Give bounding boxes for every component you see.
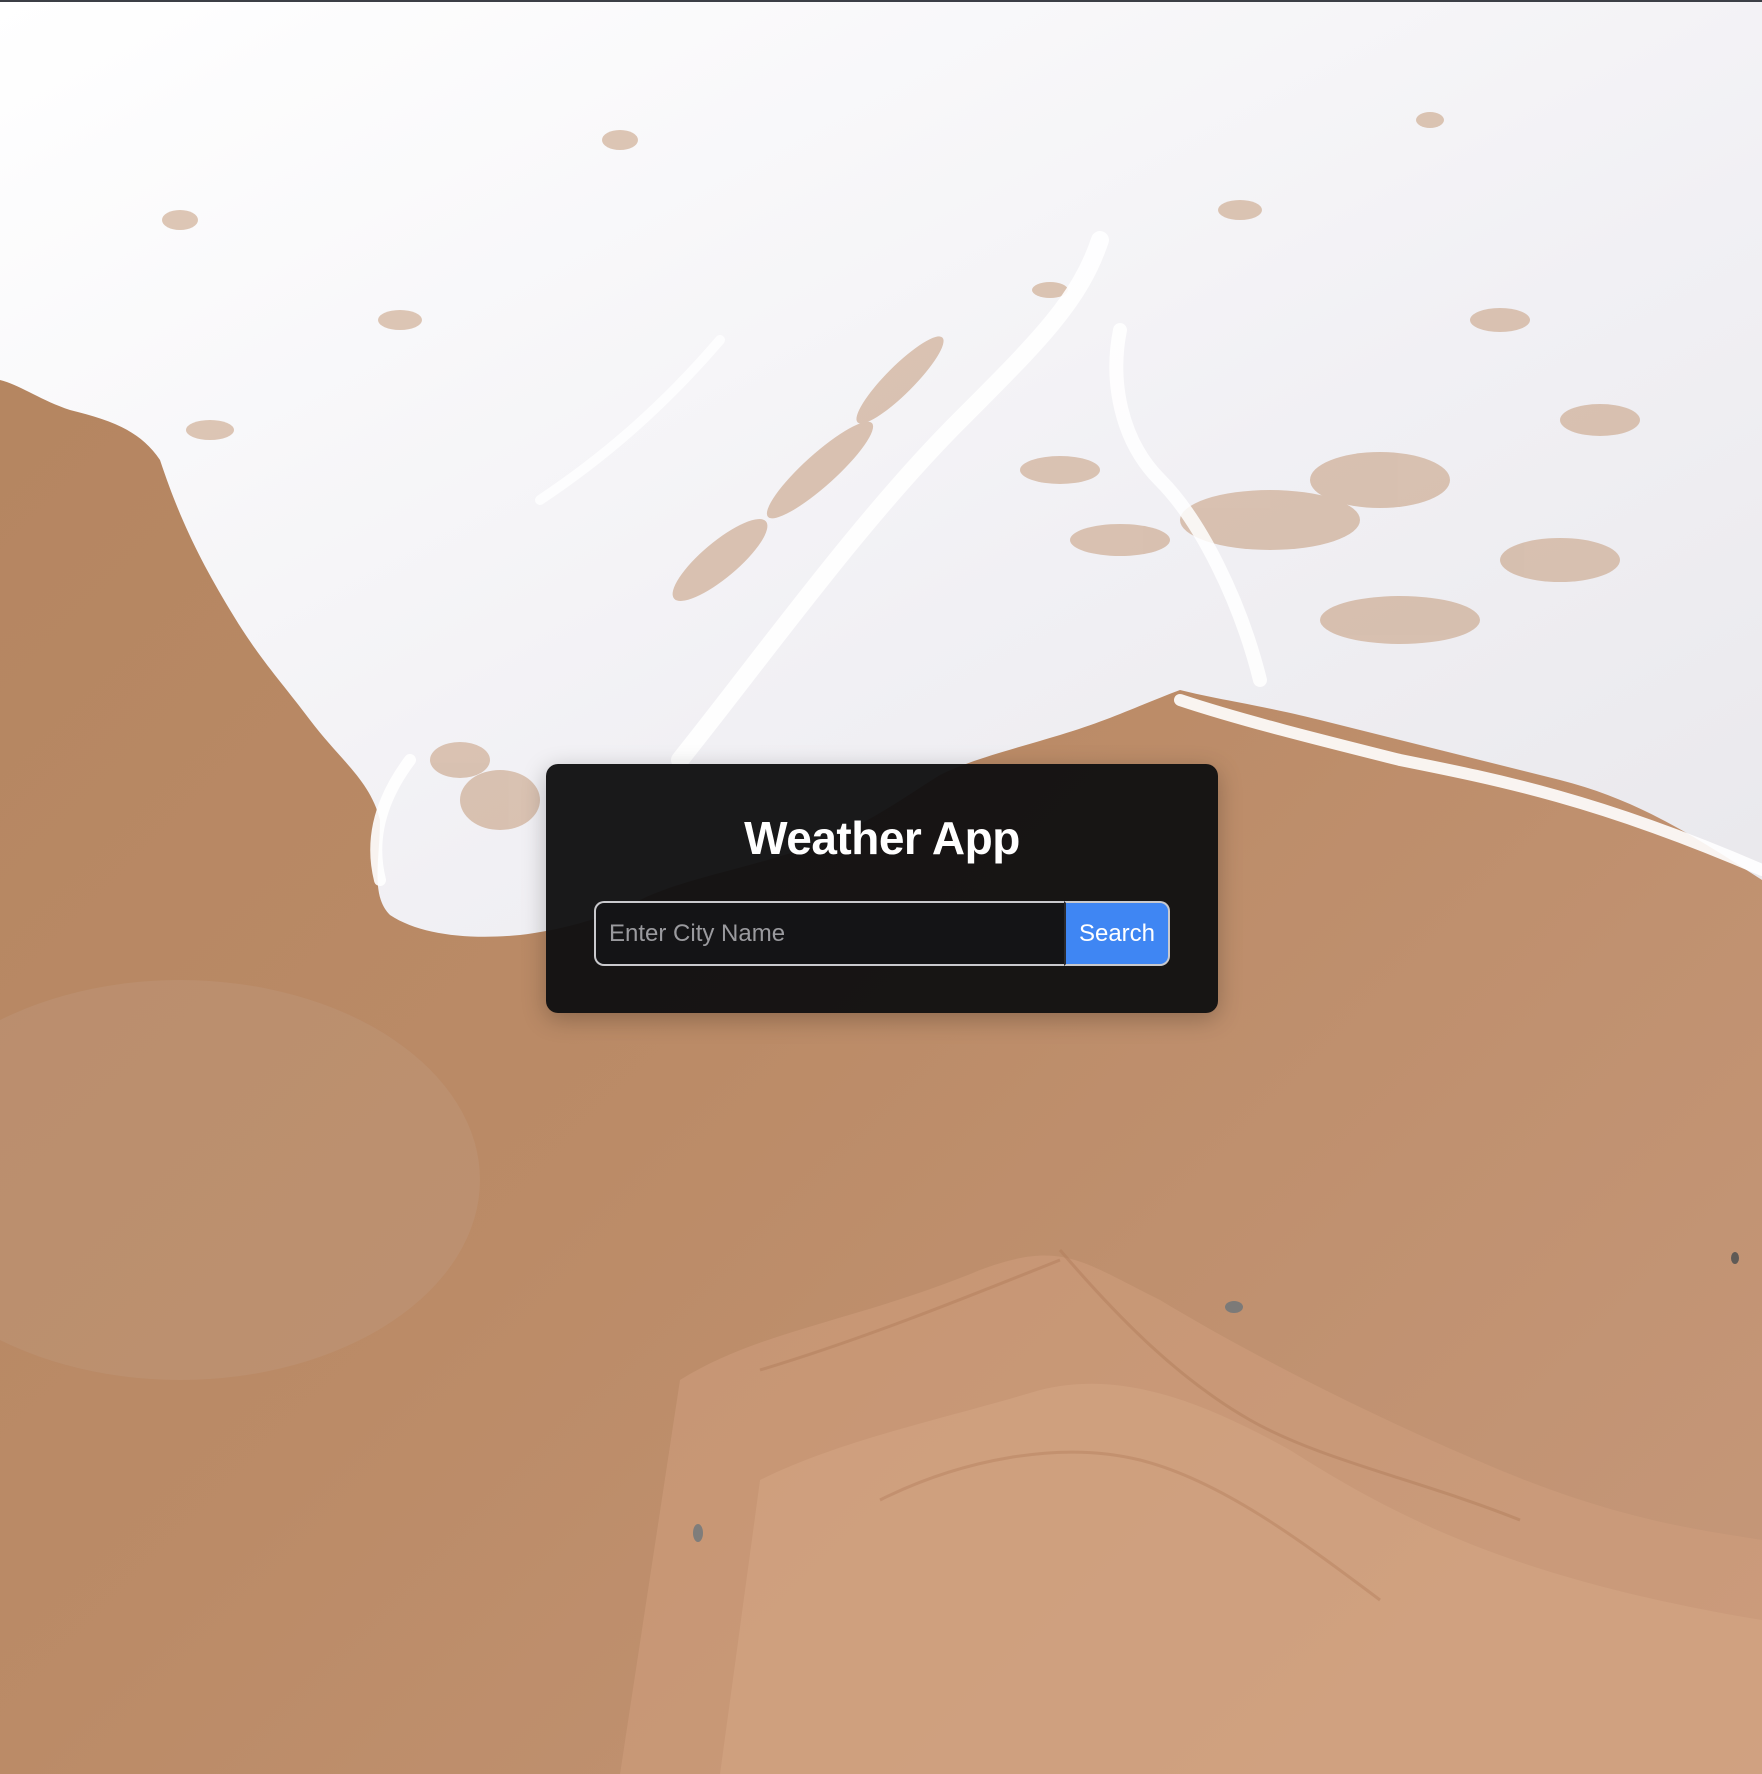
app-window: Weather App Search — [0, 0, 1762, 1774]
app-title: Weather App — [744, 812, 1020, 864]
city-search-input[interactable] — [594, 901, 1064, 966]
search-button[interactable]: Search — [1064, 901, 1170, 966]
weather-search-card: Weather App Search — [546, 764, 1218, 1013]
search-form: Search — [594, 901, 1170, 966]
window-top-border — [0, 0, 1762, 2]
